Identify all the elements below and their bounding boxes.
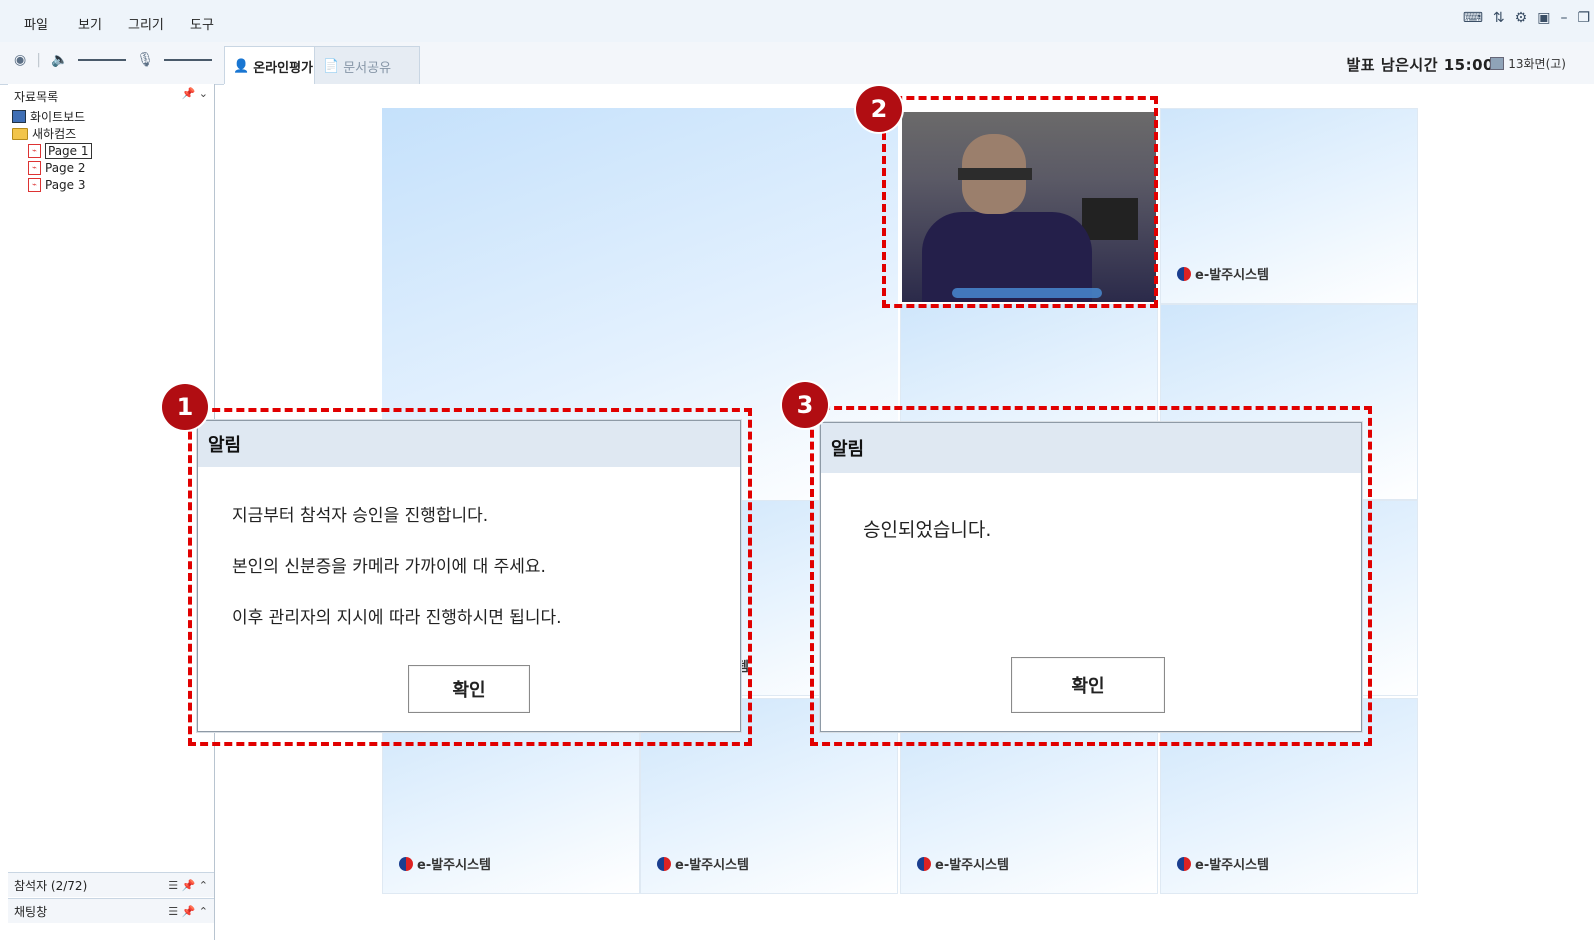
logo-text: e-발주시스템 [935,858,1010,873]
fullscreen-icon[interactable]: ▣ [1537,10,1550,26]
logo-text: e-발주시스템 [675,858,750,873]
logo-icon [917,856,931,871]
separator: | [36,52,41,68]
pin-icon[interactable]: 📌 [182,87,196,100]
logo-icon [1177,856,1191,871]
video-tile[interactable]: e-발주시스템 [1160,108,1418,304]
tree-item-label: 새하컴즈 [32,127,77,141]
pin-icon[interactable]: 📌 [182,905,196,918]
pdf-icon: ⌁ [28,177,41,192]
menu-draw[interactable]: 그리기 [128,14,164,33]
tab-label: 문서공유 [343,60,392,76]
tab-label: 온라인평가 [253,60,313,76]
menu-tools[interactable]: 도구 [190,14,214,33]
window-controls: ⌨ ⇅ ⚙ ▣ – ❐ [1463,10,1590,26]
logo-icon [657,856,671,871]
tree-item-label: Page 2 [45,160,86,175]
chevron-up-icon[interactable]: ⌃ [199,879,208,892]
microphone-volume-slider[interactable] [164,59,213,61]
resource-sidebar: 자료목록 📌 ⌄ 화이트보드 새하컴즈 ⌁ Page 1 ⌁ Page 2 ⌁ … [8,84,215,940]
whiteboard-icon [12,110,26,123]
app-window: 파일 보기 그리기 도구 ⌨ ⇅ ⚙ ▣ – ❐ ◉ | 🔈 🎙 👤 온라인평가… [0,0,1594,940]
participants-panel-header[interactable]: 참석자 (2/72) ☰ 📌 ⌃ [8,872,214,897]
annotation-box-1 [188,408,752,746]
list-icon[interactable]: ☰ [168,879,178,892]
person-icon: 👤 [233,58,250,74]
restore-icon[interactable]: ❐ [1577,10,1590,26]
grid-icon [1490,57,1505,70]
annotation-box-2 [882,96,1158,308]
logo-icon [399,856,413,871]
tree-item-label: Page 3 [45,177,86,192]
annotation-box-3 [810,406,1372,746]
presentation-timer: 발표 남은시간 15:00 [1346,56,1494,74]
tree-item-page-3[interactable]: ⌁ Page 3 [12,176,92,193]
tree-item-label: Page 1 [45,142,92,159]
pin-icon[interactable]: 📌 [182,879,196,892]
resource-tree: 화이트보드 새하컴즈 ⌁ Page 1 ⌁ Page 2 ⌁ Page 3 [12,108,92,193]
screen-mode-label: 13화면(고) [1508,57,1566,71]
participants-label: 참석자 (2/72) [14,878,88,893]
logo-text: e-발주시스템 [1195,858,1270,873]
gear-icon[interactable]: ⚙ [1515,10,1528,26]
tree-item-page-1[interactable]: ⌁ Page 1 [12,142,92,159]
annotation-badge-1: 1 [162,384,208,430]
sidebar-title: 자료목록 [14,90,59,104]
media-controls: ◉ | 🔈 🎙 [14,52,213,68]
document-icon: 📄 [323,58,340,74]
swap-icon[interactable]: ⇅ [1493,10,1505,26]
chevron-up-icon[interactable]: ⌃ [199,905,208,918]
tile-logo: e-발주시스템 [657,854,749,873]
list-icon[interactable]: ☰ [168,905,178,918]
tile-logo: e-발주시스템 [399,854,491,873]
pdf-icon: ⌁ [28,160,41,175]
tree-item-folder[interactable]: 새하컴즈 [12,125,92,142]
chat-panel-header[interactable]: 채팅창 ☰ 📌 ⌃ [8,898,214,923]
toolbar: ◉ | 🔈 🎙 👤 온라인평가 📄 문서공유 발표 남은시간 15:00 13화… [0,42,1594,86]
annotation-badge-2: 2 [856,86,902,132]
logo-icon [1177,266,1191,281]
panel-controls: ☰ 📌 ⌃ [168,879,208,892]
logo-text: e-발주시스템 [417,858,492,873]
sidebar-controls: 📌 ⌄ [182,87,208,100]
tile-logo: e-발주시스템 [1177,854,1269,873]
folder-icon [12,127,28,140]
chat-label: 채팅창 [14,904,48,919]
speaker-icon[interactable]: 🔈 [51,52,68,68]
menu-view[interactable]: 보기 [78,14,102,33]
menubar: 파일 보기 그리기 도구 ⌨ ⇅ ⚙ ▣ – ❐ [0,0,1594,43]
minimize-icon[interactable]: – [1560,10,1567,26]
microphone-icon[interactable]: 🎙 [136,52,154,68]
logo-text: e-발주시스템 [1195,268,1270,283]
webcam-icon[interactable]: ◉ [14,52,26,68]
pdf-icon: ⌁ [28,143,41,158]
tab-document-share[interactable]: 📄 문서공유 [314,46,420,86]
panel-controls: ☰ 📌 ⌃ [168,905,208,918]
tree-item-page-2[interactable]: ⌁ Page 2 [12,159,92,176]
keyboard-icon[interactable]: ⌨ [1463,10,1483,26]
annotation-badge-3: 3 [782,382,828,428]
tile-logo: e-발주시스템 [1177,264,1269,283]
tree-item-whiteboard[interactable]: 화이트보드 [12,108,92,125]
menu-file[interactable]: 파일 [24,14,48,33]
tree-item-label: 화이트보드 [30,110,86,124]
chevron-down-icon[interactable]: ⌄ [199,87,208,100]
speaker-volume-slider[interactable] [78,59,127,61]
tile-logo: e-발주시스템 [917,854,1009,873]
screen-mode-selector[interactable]: 13화면(고) [1490,55,1566,72]
